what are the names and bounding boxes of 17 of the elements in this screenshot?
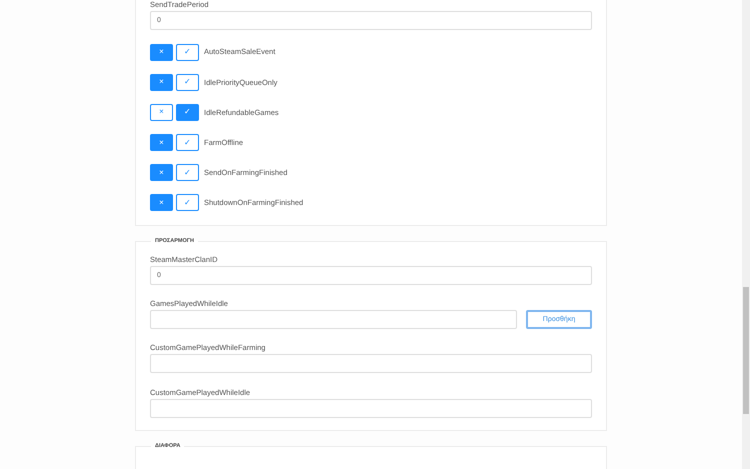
scrollbar-thumb[interactable] bbox=[743, 287, 749, 414]
cross-button[interactable]: × bbox=[150, 194, 173, 212]
cross-button[interactable]: × bbox=[150, 164, 173, 182]
scrollbar[interactable] bbox=[742, 0, 750, 469]
check-button[interactable]: ✓ bbox=[176, 164, 199, 182]
check-button[interactable]: ✓ bbox=[176, 44, 199, 60]
check-button[interactable]: ✓ bbox=[176, 194, 199, 212]
check-button[interactable]: ✓ bbox=[176, 104, 199, 121]
input-field[interactable] bbox=[150, 354, 592, 374]
cross-button[interactable]: × bbox=[150, 74, 173, 91]
cross-button[interactable]: × bbox=[150, 134, 173, 152]
input-field[interactable] bbox=[150, 310, 517, 330]
cross-button[interactable]: × bbox=[150, 44, 173, 60]
input-field[interactable] bbox=[150, 399, 592, 418]
check-button[interactable]: ✓ bbox=[176, 134, 199, 152]
cross-button[interactable]: × bbox=[150, 104, 173, 121]
check-button[interactable]: ✓ bbox=[176, 74, 199, 91]
